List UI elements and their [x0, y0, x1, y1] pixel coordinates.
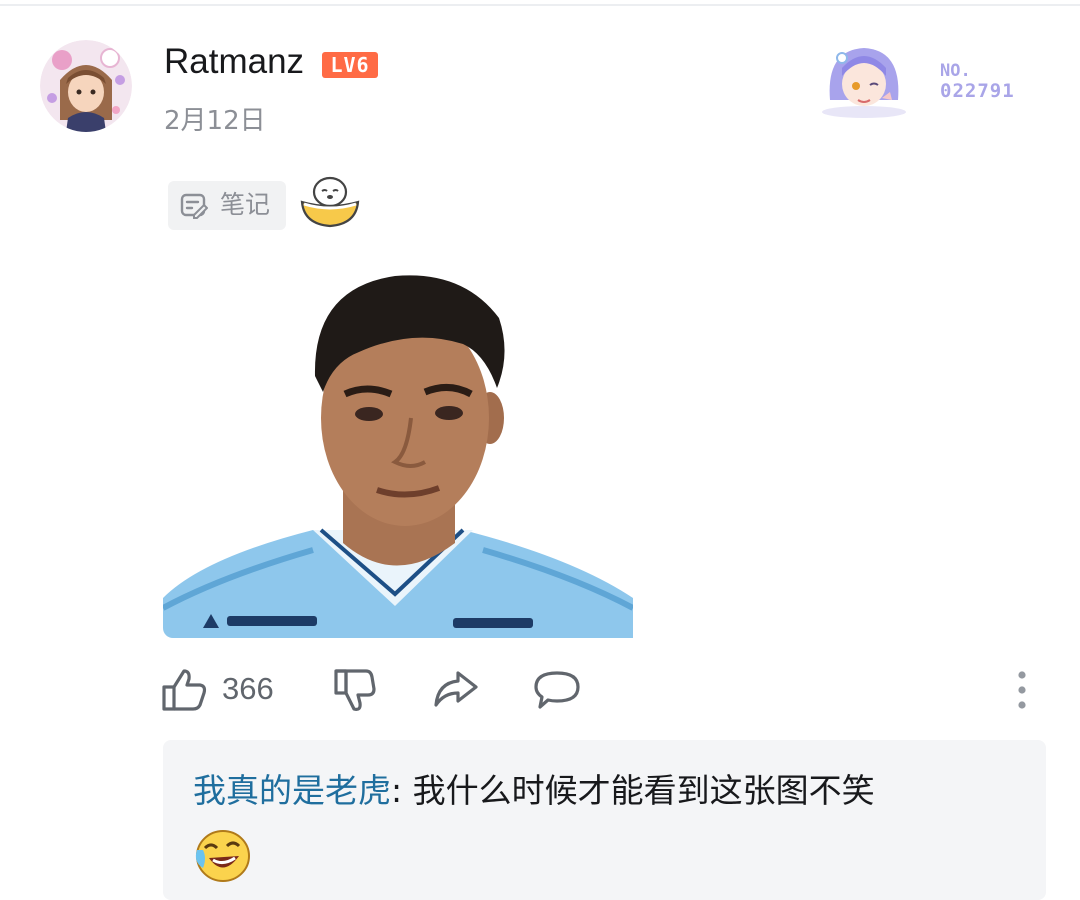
- share-button[interactable]: [432, 667, 480, 713]
- thumbs-down-icon: [334, 669, 376, 711]
- share-icon: [434, 671, 478, 707]
- more-vertical-icon: [1018, 671, 1026, 709]
- comment-preview-line: 我真的是老虎: 我什么时候才能看到这张图不笑: [193, 768, 875, 814]
- username[interactable]: Ratmanz: [164, 42, 304, 82]
- fan-badge-avatar: [812, 40, 916, 120]
- like-button[interactable]: 366: [160, 667, 290, 713]
- bowl-emoji-icon: [298, 174, 362, 228]
- post-date: 2月12日: [164, 106, 266, 136]
- comment-separator: :: [391, 771, 413, 810]
- top-divider: [0, 4, 1080, 6]
- level-badge: LV6: [322, 52, 378, 78]
- note-icon: [180, 193, 209, 219]
- note-tag[interactable]: 笔记: [168, 181, 286, 230]
- comment-button[interactable]: [532, 667, 582, 713]
- comment-preview[interactable]: 我真的是老虎: 我什么时候才能看到这张图不笑: [163, 740, 1046, 900]
- comment-icon: [534, 671, 580, 709]
- thumbs-up-icon: [162, 669, 207, 711]
- more-options-button[interactable]: [1010, 669, 1034, 711]
- fan-badge-value: 022791: [940, 80, 1015, 102]
- like-count: 366: [222, 671, 274, 706]
- fan-badge-number: NO. 022791: [940, 62, 1040, 102]
- note-tag-label: 笔记: [220, 190, 271, 219]
- comment-author[interactable]: 我真的是老虎: [193, 771, 391, 810]
- fan-badge-label: NO.: [940, 61, 971, 81]
- comment-text: 我什么时候才能看到这张图不笑: [412, 771, 875, 810]
- dislike-button[interactable]: [332, 667, 378, 713]
- post-image[interactable]: [163, 258, 633, 638]
- user-avatar[interactable]: [40, 40, 132, 132]
- laughing-crying-emoji-icon: [193, 828, 253, 884]
